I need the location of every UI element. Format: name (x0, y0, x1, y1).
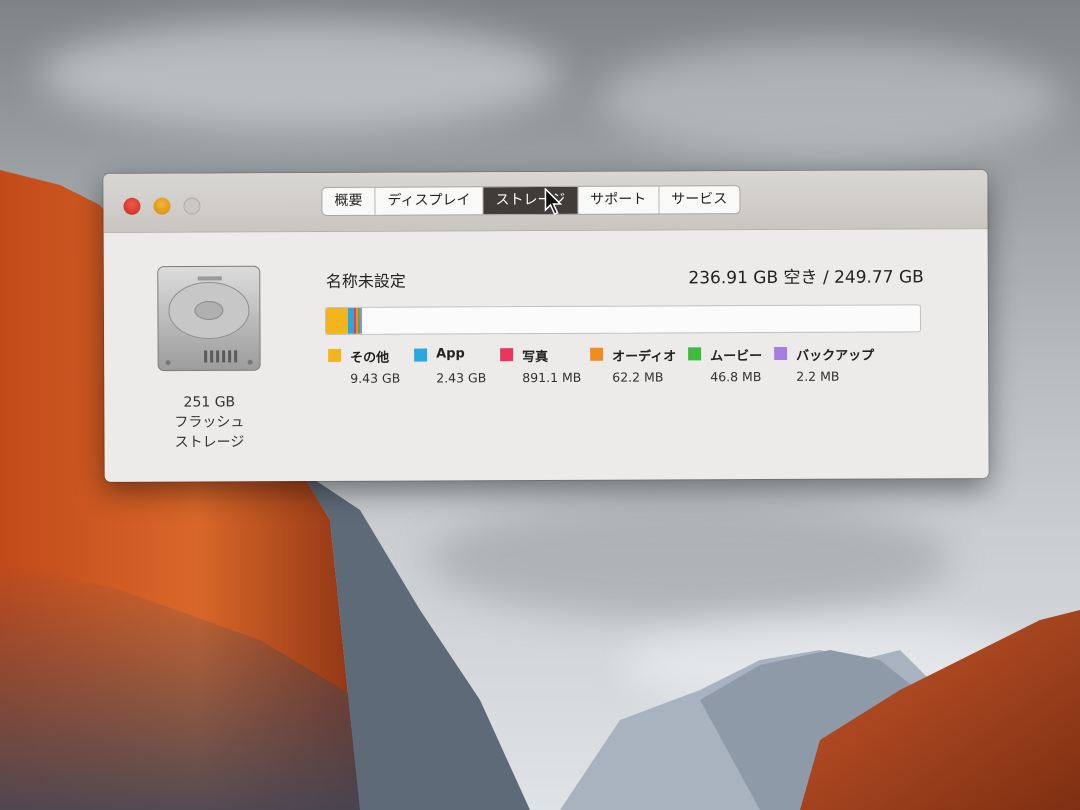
usage-segment (325, 307, 349, 334)
legend-label: バックアップ (796, 348, 875, 364)
legend-label: App (436, 346, 465, 362)
drive-description: 251 GB フラッシュ ストレージ (144, 392, 274, 453)
legend-label: オーディオ (612, 349, 677, 365)
legend-size: 46.8 MB (710, 369, 762, 385)
tab-displays[interactable]: ディスプレイ (375, 187, 484, 215)
legend-size: 2.2 MB (796, 368, 840, 384)
legend-size: 62.2 MB (612, 369, 664, 385)
volume-capacity: 236.91 GB 空き / 249.77 GB (688, 267, 924, 289)
minimize-button[interactable] (153, 197, 171, 215)
storage-legend: その他 9.43 GB App 2.43 GB 写真 891.1 MB オーディオ 62.2 … (328, 344, 928, 397)
legend-size: 891.1 MB (522, 369, 582, 386)
volume-name: 名称未設定 (325, 271, 406, 291)
tab-overview[interactable]: 概要 (322, 187, 376, 215)
legend-swatch (590, 347, 604, 361)
storage-usage-bar (324, 304, 922, 335)
usage-segment (360, 307, 363, 334)
close-button[interactable] (123, 197, 141, 215)
window-titlebar: 概要 ディスプレイ ストレージ サポート サービス (103, 170, 988, 233)
legend-swatch (414, 348, 428, 362)
tab-support[interactable]: サポート (578, 186, 660, 214)
legend-label: 写真 (522, 349, 549, 366)
hard-drive-icon (157, 265, 261, 372)
about-this-mac-window: 概要 ディスプレイ ストレージ サポート サービス 251 GB フラッシュ ス… (103, 170, 989, 482)
tab-service[interactable]: サービス (659, 186, 739, 213)
tab-bar: 概要 ディスプレイ ストレージ サポート サービス (321, 185, 741, 216)
mouse-pointer-icon (544, 187, 563, 215)
zoom-button[interactable] (183, 197, 201, 215)
legend-size: 9.43 GB (350, 370, 401, 386)
legend-swatch (688, 347, 702, 361)
storage-panel: 251 GB フラッシュ ストレージ 名称未設定 236.91 GB 空き / … (104, 229, 989, 482)
legend-label: ムービー (710, 349, 763, 365)
drive-type-line2: ストレージ (174, 434, 245, 451)
legend-label: その他 (350, 350, 390, 366)
legend-swatch (500, 348, 514, 362)
legend-swatch (774, 346, 788, 361)
legend-size: 2.43 GB (436, 370, 487, 386)
drive-type-line1: フラッシュ (174, 414, 245, 431)
drive-capacity: 251 GB (183, 394, 236, 411)
tab-storage[interactable]: ストレージ (483, 186, 579, 215)
legend-swatch (328, 348, 342, 362)
